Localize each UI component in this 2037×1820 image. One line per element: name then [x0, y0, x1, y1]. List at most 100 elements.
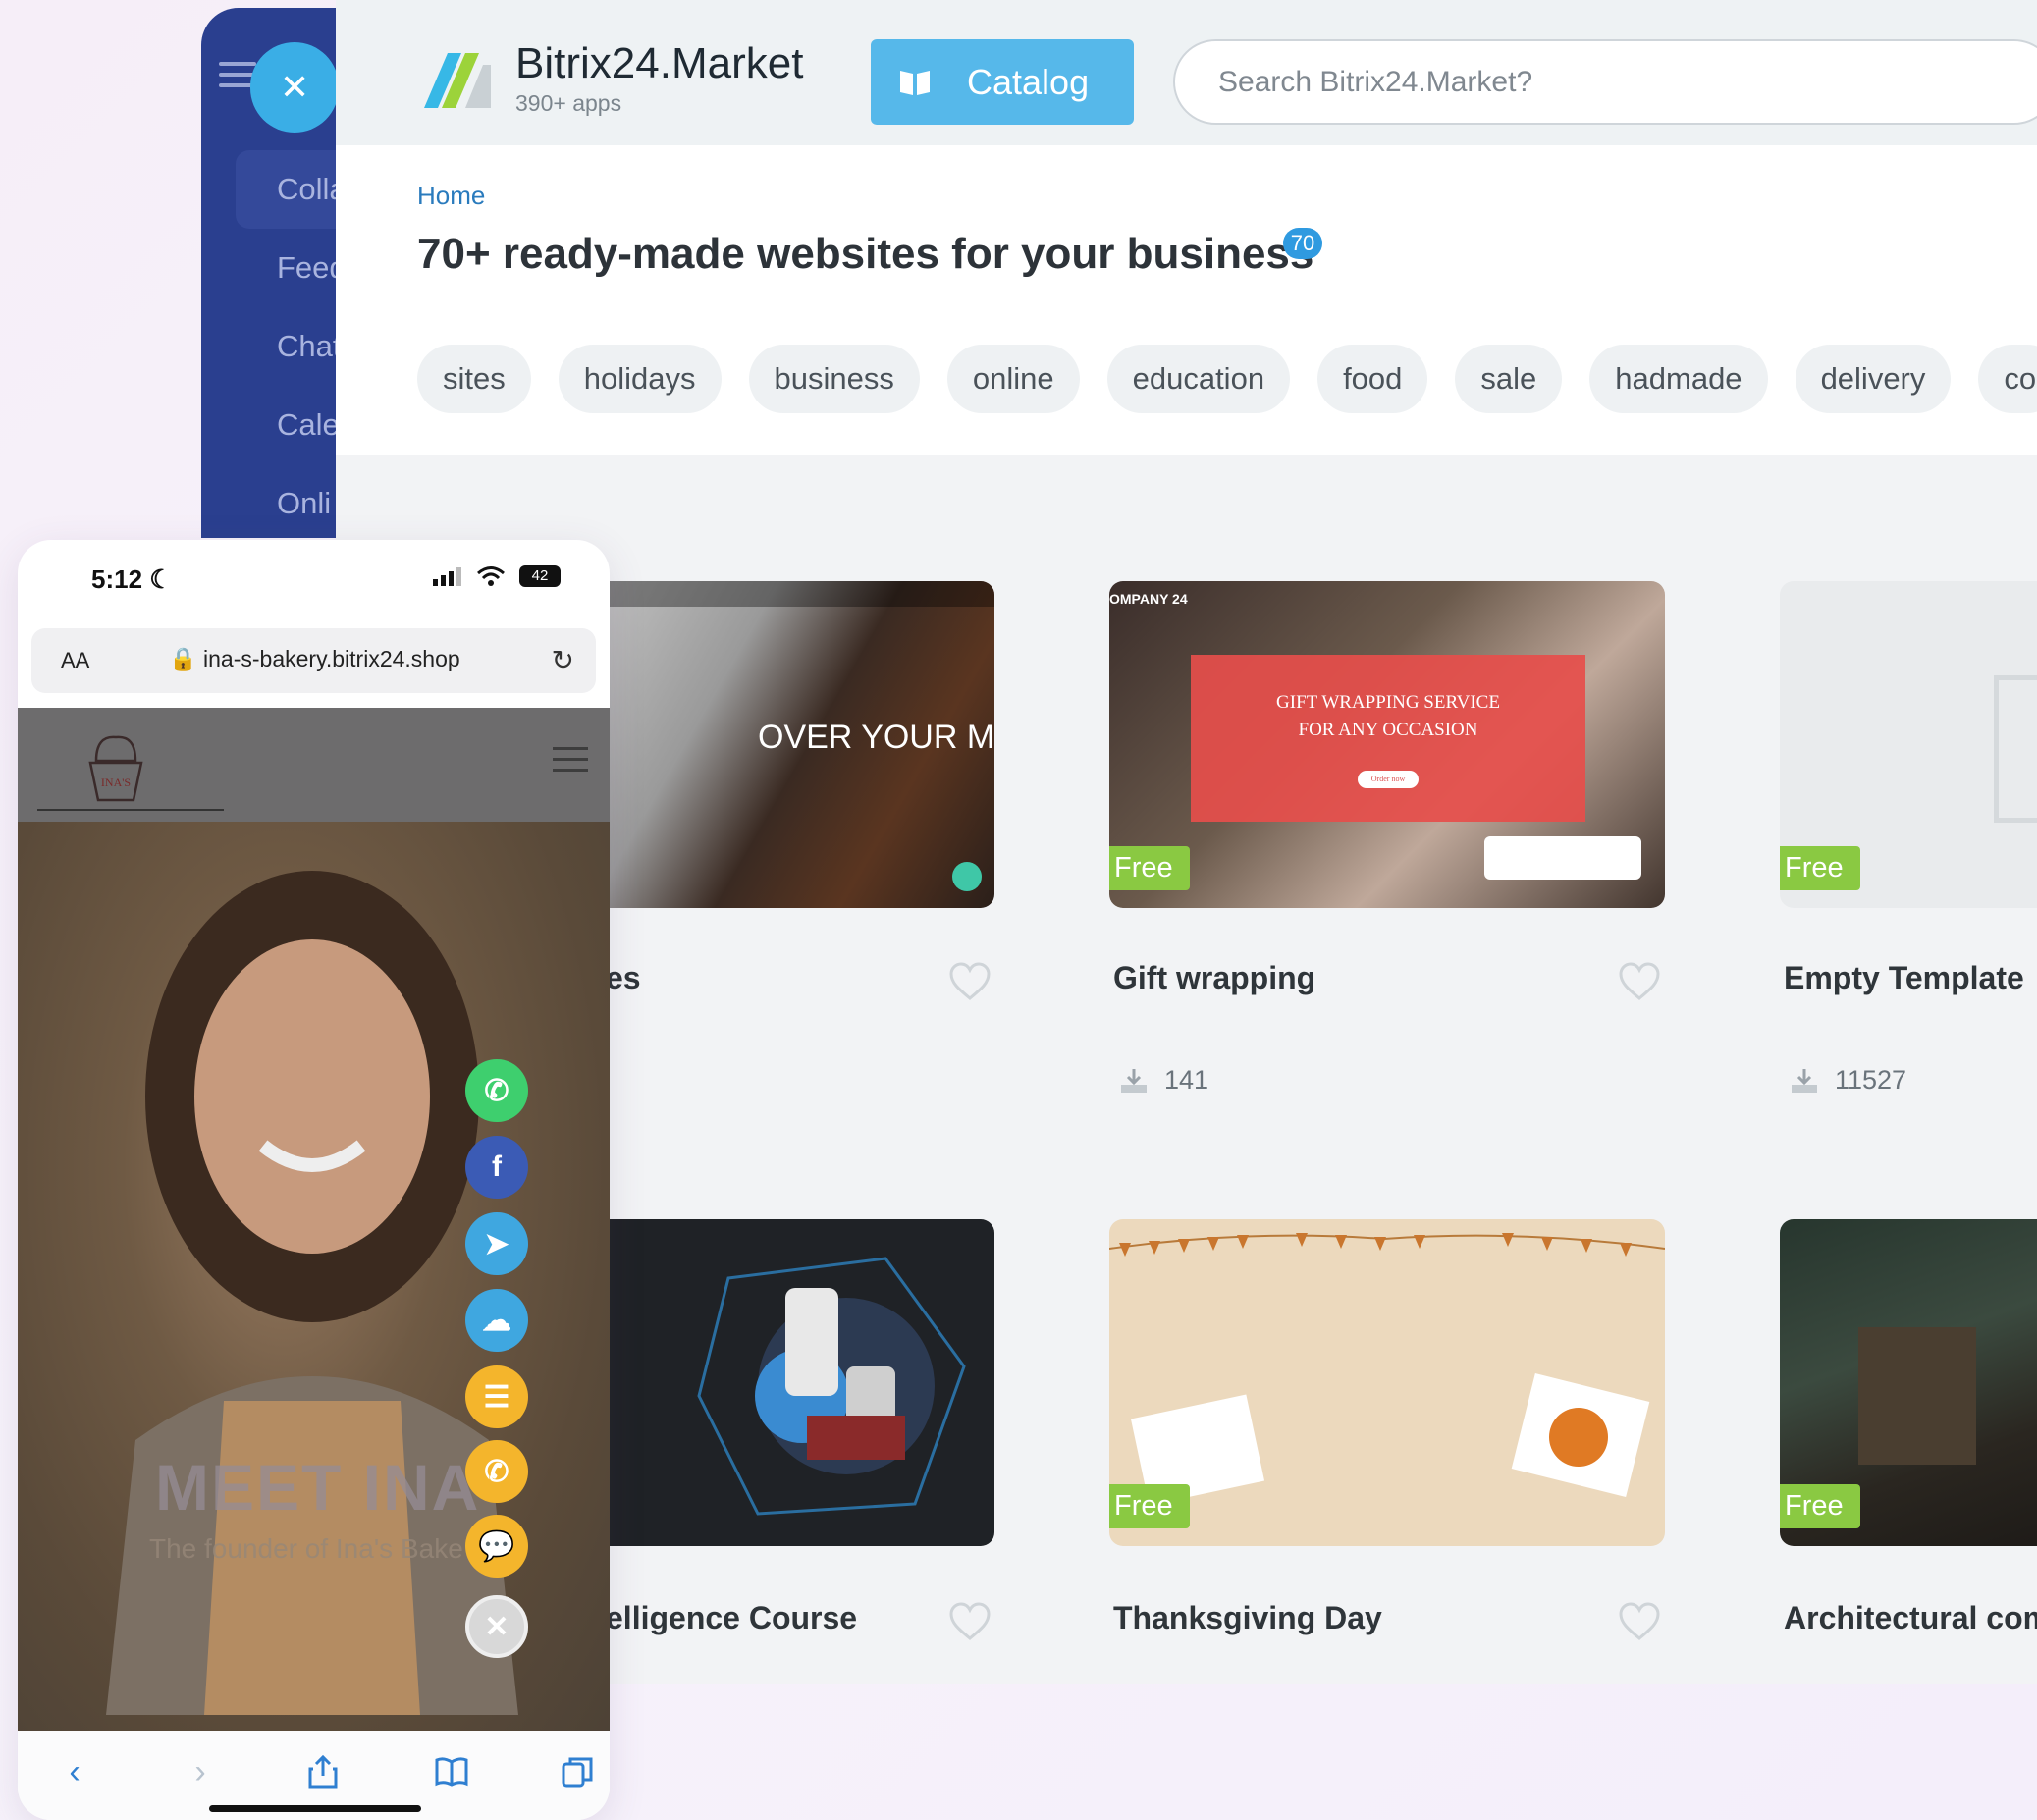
favorite-heart-icon[interactable]	[1618, 1602, 1661, 1641]
tag-delivery[interactable]: delivery	[1795, 345, 1952, 413]
live-chat-button[interactable]: 💬	[465, 1515, 528, 1578]
book-icon	[900, 70, 930, 95]
card-title-architecture[interactable]: Architectural com	[1784, 1600, 2037, 1636]
site-menu-icon[interactable]	[553, 747, 588, 779]
tag-list: sites holidays business online education…	[417, 345, 2037, 413]
tag-holidays[interactable]: holidays	[558, 345, 722, 413]
url-text: 🔒 ina-s-bakery.bitrix24.shop	[169, 646, 460, 671]
preview-promo-box: GIFT WRAPPING SERVICE FOR ANY OCCASION O…	[1191, 655, 1585, 822]
preview-promo-line-2: FOR ANY OCCASION	[1298, 720, 1478, 740]
tag-online[interactable]: online	[946, 345, 1080, 413]
home-indicator	[209, 1805, 421, 1812]
download-icon	[1121, 1068, 1147, 1093]
close-slider-button[interactable]: ✕	[250, 42, 339, 133]
tag-food[interactable]: food	[1317, 345, 1428, 413]
free-badge: Free	[1780, 1484, 1860, 1528]
back-icon[interactable]: ‹	[57, 1754, 92, 1790]
card-title-gift[interactable]: Gift wrapping	[1113, 960, 1315, 996]
bitrix-market-logo-icon	[424, 53, 491, 108]
moon-icon: ☾	[149, 564, 173, 594]
woman-portrait	[106, 871, 518, 1715]
chat-icon: 💬	[478, 1529, 515, 1563]
catalog-label: Catalog	[967, 61, 1090, 102]
svg-text:INA'S: INA'S	[101, 776, 131, 789]
market-content-header: Home 70+ ready-made websites for your bu…	[336, 145, 2037, 455]
status-icons: 42	[433, 565, 561, 587]
tag-sale[interactable]: sale	[1455, 345, 1563, 413]
address-bar[interactable]: AA 🔒 ina-s-bakery.bitrix24.shop ↻	[31, 628, 596, 693]
template-placeholder-frame	[1994, 675, 2037, 823]
forward-icon[interactable]: ›	[183, 1754, 218, 1790]
whatsapp-icon: ✆	[484, 1074, 509, 1107]
card-title-thanksgiving[interactable]: Thanksgiving Day	[1113, 1600, 1382, 1636]
tag-more[interactable]: co	[1978, 345, 2037, 413]
reader-aa-button[interactable]: AA	[61, 648, 89, 673]
bookmarks-icon[interactable]	[434, 1754, 469, 1790]
browser-toolbar: ‹ ›	[18, 1731, 610, 1820]
bakery-site: INA'S MEET INA The founder of Ina's Bake…	[18, 708, 610, 1731]
market-header: Bitrix24.Market 390+ apps Catalog	[336, 0, 2037, 145]
whatsapp-button[interactable]: ✆	[465, 1059, 528, 1122]
tag-education[interactable]: education	[1106, 345, 1291, 413]
preview-promo-line-1: GIFT WRAPPING SERVICE	[1276, 692, 1500, 713]
favorite-heart-icon[interactable]	[948, 1602, 992, 1641]
preview-review-card	[1484, 836, 1641, 880]
card-image-thanksgiving[interactable]: Free	[1109, 1219, 1665, 1546]
telegram-icon: ➤	[484, 1227, 509, 1260]
download-count-value: 141	[1164, 1065, 1209, 1095]
bakery-header: INA'S	[18, 708, 610, 822]
card-image-empty[interactable]: Free	[1780, 581, 2037, 908]
preview-nav-bar	[562, 581, 994, 607]
logo-underline	[37, 809, 224, 811]
tabs-icon[interactable]	[560, 1754, 595, 1790]
telegram-button[interactable]: ➤	[465, 1212, 528, 1275]
free-badge: Free	[1109, 1484, 1190, 1528]
close-icon: ✕	[484, 1610, 509, 1643]
market-search[interactable]	[1173, 39, 2037, 125]
hero-photo: MEET INA The founder of Ina's Bake	[18, 822, 610, 1731]
hero-title: MEET INA	[155, 1451, 481, 1524]
lock-icon: 🔒	[169, 646, 197, 671]
form-icon: ☰	[483, 1380, 510, 1414]
form-button[interactable]: ☰	[465, 1365, 528, 1428]
card-image-gift[interactable]: OMPANY 24 GIFT WRAPPING SERVICE FOR ANY …	[1109, 581, 1665, 908]
chat-widget-icon	[952, 862, 982, 891]
cloud-chat-button[interactable]: ☁	[465, 1289, 528, 1352]
card-image-ai-course[interactable]	[562, 1219, 994, 1546]
signal-icon	[433, 567, 461, 586]
hero-subtitle: The founder of Ina's Bake	[149, 1533, 463, 1564]
card-image-headline: OVER YOUR MUSIC	[758, 719, 994, 756]
tag-handmade[interactable]: hadmade	[1589, 345, 1768, 413]
search-input[interactable]	[1175, 41, 2037, 123]
phone-icon: ✆	[484, 1455, 509, 1488]
preview-order-button: Order now	[1358, 771, 1419, 788]
catalog-button[interactable]: Catalog	[871, 39, 1134, 125]
cupcake-logo-icon: INA'S	[88, 735, 143, 802]
facebook-button[interactable]: f	[465, 1136, 528, 1199]
close-icon: ✕	[280, 67, 310, 107]
favorite-heart-icon[interactable]	[948, 962, 992, 1001]
close-widget-button[interactable]: ✕	[465, 1595, 528, 1658]
reload-icon[interactable]: ↻	[552, 644, 574, 676]
callback-button[interactable]: ✆	[465, 1440, 528, 1503]
status-bar: 5:12 ☾ 42	[18, 540, 610, 618]
tag-sites[interactable]: sites	[417, 345, 531, 413]
status-time: 5:12 ☾	[91, 564, 173, 594]
free-badge: Free	[1780, 846, 1860, 890]
free-badge: Free	[1109, 846, 1190, 890]
breadcrumb[interactable]: Home	[417, 181, 485, 211]
preview-bunting-art	[1109, 1233, 1665, 1506]
share-icon[interactable]	[305, 1754, 341, 1790]
card-image-architecture[interactable]: Free	[1780, 1219, 2037, 1546]
card-title-ai-course[interactable]: elligence Course	[606, 1600, 857, 1636]
download-count: 141	[1119, 1065, 1208, 1096]
card-title-empty[interactable]: Empty Template	[1784, 960, 2024, 996]
cloud-icon: ☁	[482, 1304, 511, 1337]
preview-building	[1858, 1327, 1976, 1465]
card-image-music[interactable]: OVER YOUR MUSIC	[562, 581, 994, 908]
logo-subtitle: 390+ apps	[515, 90, 622, 116]
count-badge: 70	[1283, 228, 1322, 259]
favorite-heart-icon[interactable]	[1618, 962, 1661, 1001]
card-title-music[interactable]: es	[606, 960, 641, 996]
tag-business[interactable]: business	[748, 345, 920, 413]
